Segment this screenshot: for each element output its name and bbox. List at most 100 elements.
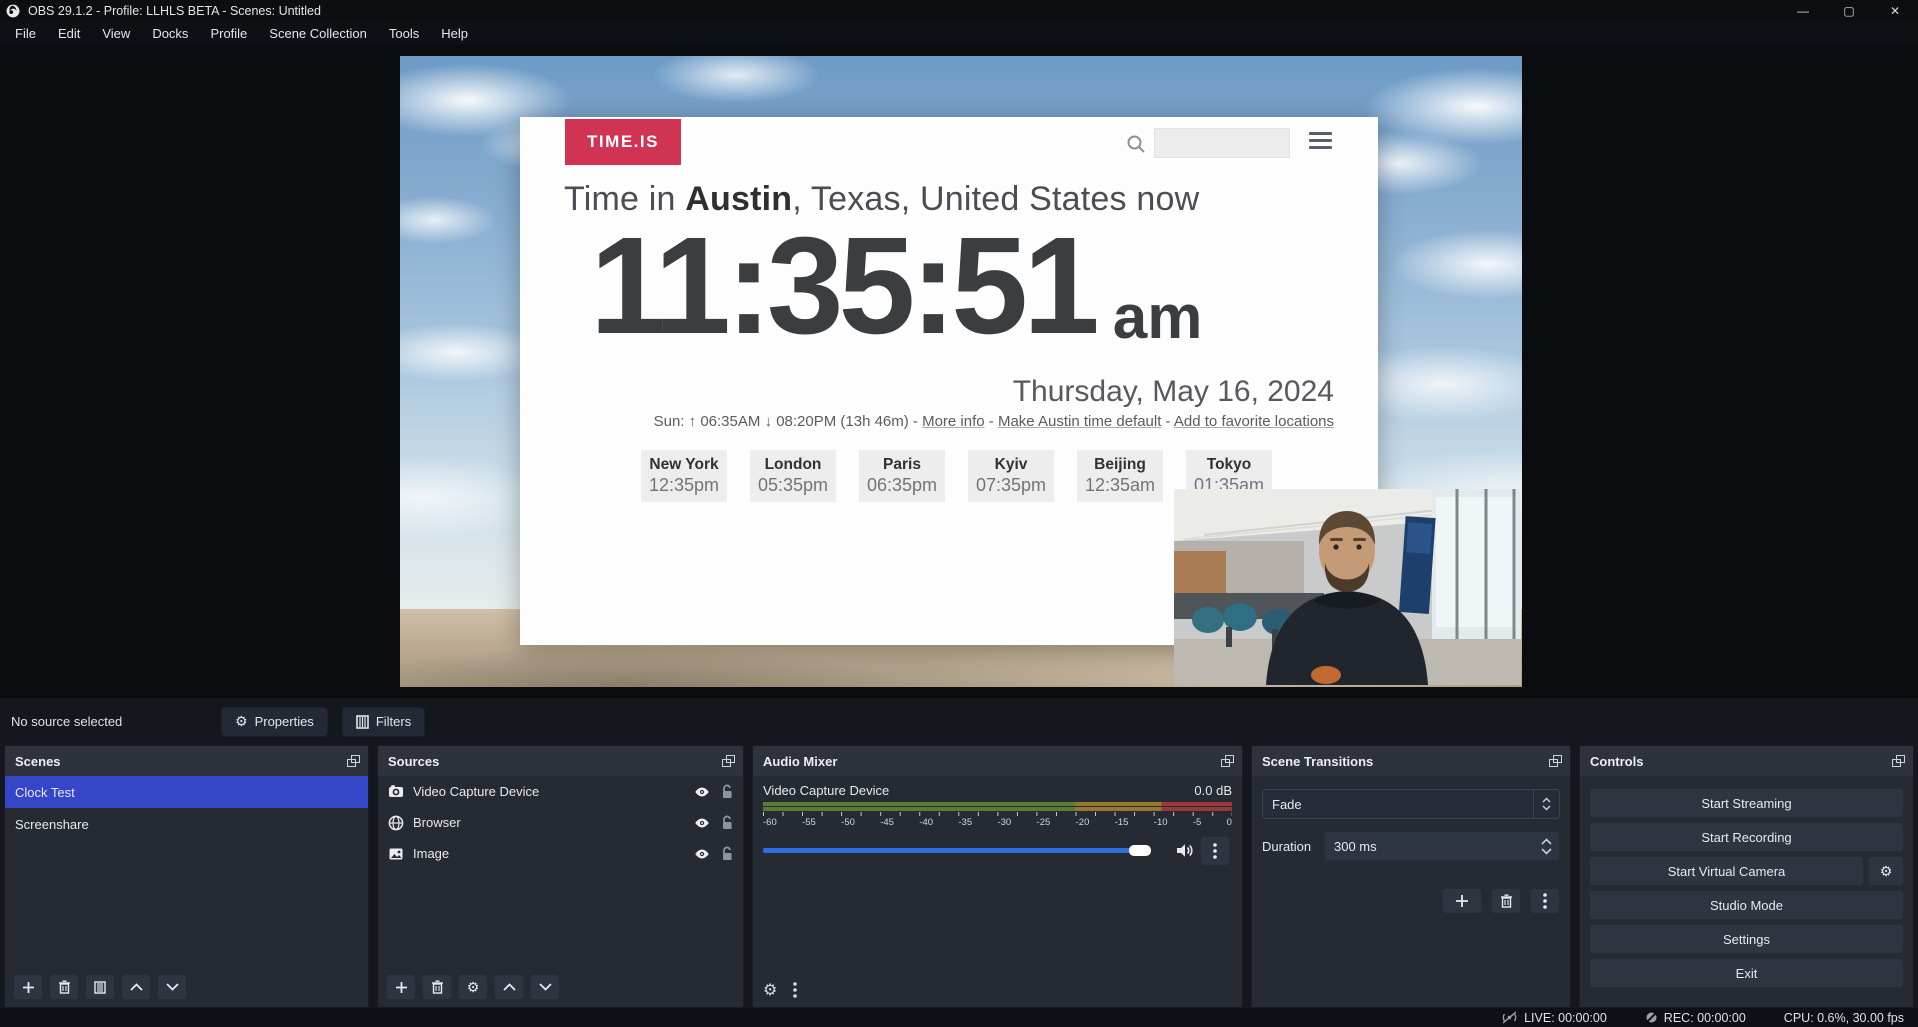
camera-icon	[388, 784, 404, 800]
add-scene-button[interactable]	[13, 974, 43, 1000]
speaker-icon[interactable]	[1175, 841, 1194, 860]
hamburger-menu-icon[interactable]	[1309, 132, 1332, 149]
dock-popout-icon[interactable]	[347, 755, 360, 767]
controls-panel: Controls Start Streaming Start Recording…	[1579, 745, 1914, 1008]
menu-edit[interactable]: Edit	[47, 23, 91, 44]
volume-slider-handle[interactable]	[1129, 845, 1151, 856]
menu-profile[interactable]: Profile	[199, 23, 258, 44]
source-item-video-capture[interactable]: Video Capture Device	[378, 776, 743, 807]
eye-icon[interactable]	[694, 815, 710, 831]
add-favorite-link[interactable]: Add to favorite locations	[1174, 413, 1334, 430]
source-item-browser[interactable]: Browser	[378, 807, 743, 838]
dock-popout-icon[interactable]	[1221, 755, 1234, 767]
separator: -	[985, 413, 998, 430]
search-icon	[1126, 134, 1146, 154]
scene-item-screenshare[interactable]: Screenshare	[5, 808, 368, 840]
make-default-link[interactable]: Make Austin time default	[998, 413, 1161, 430]
source-properties-button[interactable]: ⚙	[458, 974, 488, 1000]
remove-scene-button[interactable]	[49, 974, 79, 1000]
more-info-link[interactable]: More info	[922, 413, 985, 430]
record-inactive-icon	[1645, 1011, 1658, 1024]
title-bar: OBS 29.1.2 - Profile: LLHLS BETA - Scene…	[0, 0, 1918, 22]
mixer-channel-menu-button[interactable]	[1200, 836, 1230, 866]
properties-button[interactable]: ⚙ Properties	[221, 707, 328, 737]
chevron-up-icon	[1542, 797, 1551, 803]
filters-icon	[94, 981, 106, 994]
transition-value: Fade	[1263, 797, 1533, 812]
clock-ampm: am	[1113, 287, 1203, 349]
obs-window: OBS 29.1.2 - Profile: LLHLS BETA - Scene…	[0, 0, 1918, 1027]
menu-docks[interactable]: Docks	[141, 23, 199, 44]
remove-source-button[interactable]	[422, 974, 452, 1000]
city-card[interactable]: London 05:35pm	[750, 450, 836, 502]
scenes-header[interactable]: Scenes	[5, 746, 368, 776]
dock-popout-icon[interactable]	[1549, 755, 1562, 767]
transition-select-arrows[interactable]	[1533, 790, 1559, 818]
scene-filters-button[interactable]	[85, 974, 115, 1000]
virtual-camera-settings-button[interactable]: ⚙	[1868, 856, 1904, 886]
transition-properties-button[interactable]	[1530, 888, 1560, 914]
mixer-db-value: 0.0 dB	[1194, 783, 1232, 798]
studio-mode-button[interactable]: Studio Mode	[1589, 890, 1904, 920]
program-canvas[interactable]: TIME.IS Time in Austin, Texas, United St…	[400, 56, 1522, 687]
filters-button[interactable]: Filters	[342, 707, 425, 737]
spin-up-icon[interactable]	[1541, 838, 1552, 845]
search-input[interactable]	[1154, 128, 1290, 158]
kebab-icon	[1213, 843, 1217, 859]
audio-mixer-header[interactable]: Audio Mixer	[753, 746, 1242, 776]
scene-item-clock-test[interactable]: Clock Test	[5, 776, 368, 808]
maximize-button[interactable]: ▢	[1826, 0, 1872, 22]
lock-icon[interactable]	[719, 846, 735, 862]
menu-tools[interactable]: Tools	[378, 23, 430, 44]
trash-icon	[58, 980, 71, 994]
mixer-menu-kebab-icon[interactable]	[793, 982, 797, 998]
image-icon	[388, 846, 404, 862]
close-button[interactable]: ✕	[1872, 0, 1918, 22]
add-transition-button[interactable]	[1442, 888, 1482, 914]
menu-help[interactable]: Help	[430, 23, 479, 44]
window-title: OBS 29.1.2 - Profile: LLHLS BETA - Scene…	[28, 4, 321, 18]
city-name: Paris	[859, 456, 945, 474]
advanced-audio-gear-icon[interactable]: ⚙	[763, 980, 777, 1000]
transition-select[interactable]: Fade	[1262, 789, 1560, 819]
duration-spinbox[interactable]: 300 ms	[1324, 831, 1560, 861]
city-card[interactable]: Paris 06:35pm	[859, 450, 945, 502]
eye-icon[interactable]	[694, 784, 710, 800]
dock-popout-icon[interactable]	[722, 755, 735, 767]
remove-transition-button[interactable]	[1491, 888, 1521, 914]
sun-info-line: Sun: ↑ 06:35AM ↓ 08:20PM (13h 46m) - Mor…	[654, 413, 1334, 430]
lock-icon[interactable]	[719, 784, 735, 800]
spin-down-icon[interactable]	[1541, 848, 1552, 855]
move-scene-down-button[interactable]	[157, 974, 187, 1000]
menu-bar: File Edit View Docks Profile Scene Colle…	[0, 22, 1918, 45]
transitions-header[interactable]: Scene Transitions	[1252, 746, 1570, 776]
webcam-overlay[interactable]	[1174, 489, 1521, 685]
menu-file[interactable]: File	[4, 23, 47, 44]
start-recording-button[interactable]: Start Recording	[1589, 822, 1904, 852]
controls-header[interactable]: Controls	[1580, 746, 1913, 776]
rec-time: REC: 00:00:00	[1664, 1011, 1746, 1025]
city-card[interactable]: Kyiv 07:35pm	[968, 450, 1054, 502]
exit-button[interactable]: Exit	[1589, 958, 1904, 988]
minimize-button[interactable]: —	[1780, 0, 1826, 22]
source-item-image[interactable]: Image	[378, 838, 743, 869]
city-time: 06:35pm	[859, 475, 945, 496]
move-source-down-button[interactable]	[530, 974, 560, 1000]
add-source-button[interactable]	[386, 974, 416, 1000]
volume-slider[interactable]	[763, 848, 1151, 853]
city-card[interactable]: Beijing 12:35am	[1077, 450, 1163, 502]
globe-icon	[388, 815, 404, 831]
move-scene-up-button[interactable]	[121, 974, 151, 1000]
start-streaming-button[interactable]: Start Streaming	[1589, 788, 1904, 818]
city-card[interactable]: New York 12:35pm	[641, 450, 727, 502]
gear-icon: ⚙	[235, 713, 248, 730]
menu-view[interactable]: View	[91, 23, 141, 44]
menu-scene-collection[interactable]: Scene Collection	[258, 23, 378, 44]
dock-popout-icon[interactable]	[1892, 755, 1905, 767]
sources-header[interactable]: Sources	[378, 746, 743, 776]
lock-icon[interactable]	[719, 815, 735, 831]
eye-icon[interactable]	[694, 846, 710, 862]
settings-button[interactable]: Settings	[1589, 924, 1904, 954]
move-source-up-button[interactable]	[494, 974, 524, 1000]
start-virtual-camera-button[interactable]: Start Virtual Camera	[1589, 856, 1864, 886]
